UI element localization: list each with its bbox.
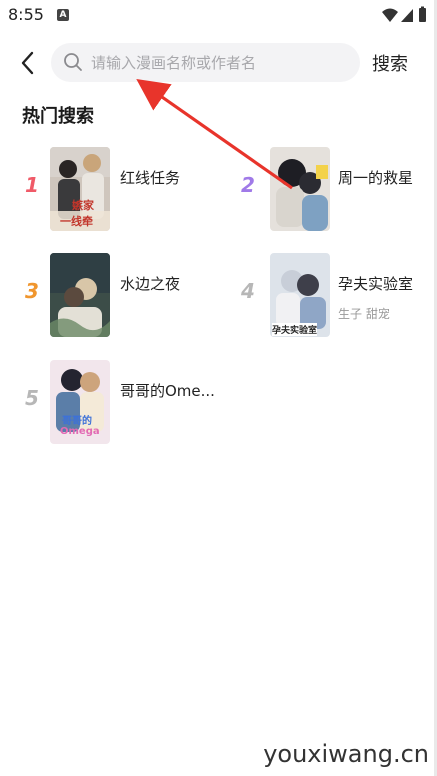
- rank-number: 5: [25, 386, 39, 410]
- search-box[interactable]: [51, 43, 360, 82]
- notification-icon: A: [57, 9, 69, 21]
- hot-item-1[interactable]: 1 嫉家 一线牵 红线任务: [22, 147, 222, 231]
- cover-text: 哥哥的: [62, 416, 92, 427]
- comic-cover[interactable]: [50, 253, 110, 337]
- back-button[interactable]: [14, 48, 42, 78]
- status-icons: [382, 6, 426, 22]
- comic-tags: 生子 甜宠: [338, 307, 390, 321]
- search-input[interactable]: [91, 43, 341, 82]
- hot-item-5[interactable]: 5 哥哥的 Omega 哥哥的Ome...: [22, 360, 222, 444]
- signal-icon: [401, 9, 413, 22]
- comic-title: 哥哥的Ome...: [120, 382, 215, 400]
- comic-cover[interactable]: 孕夫实验室: [270, 253, 330, 337]
- hot-item-4[interactable]: 4 孕夫实验室 孕夫实验室 生子 甜宠: [238, 253, 437, 337]
- wifi-icon: [382, 8, 398, 22]
- hot-item-2[interactable]: 2 周一的救星: [238, 147, 437, 231]
- cover-text: 孕夫实验室: [272, 323, 318, 336]
- comic-cover[interactable]: [270, 147, 330, 231]
- status-bar: 8:55 A: [0, 0, 437, 30]
- search-button[interactable]: 搜索: [372, 50, 408, 76]
- cover-text: Omega: [60, 426, 100, 437]
- comic-title: 孕夫实验室: [338, 275, 414, 293]
- hot-item-3[interactable]: 3 水边之夜: [22, 253, 222, 337]
- back-arrow-icon: [21, 51, 34, 75]
- comic-title: 水边之夜: [120, 275, 181, 293]
- rank-number: 1: [25, 173, 39, 197]
- section-title-hot-search: 热门搜索: [22, 106, 94, 127]
- comic-title: 周一的救星: [338, 169, 414, 187]
- cover-text: 嫉家: [72, 199, 94, 212]
- comic-title: 红线任务: [120, 169, 181, 187]
- rank-number: 3: [25, 279, 39, 303]
- cover-text: 一线牵: [60, 215, 93, 228]
- battery-icon: [419, 6, 426, 22]
- comic-cover[interactable]: 嫉家 一线牵: [50, 147, 110, 231]
- watermark: youxiwang.cn: [263, 740, 429, 768]
- status-time: 8:55: [8, 5, 44, 24]
- search-icon: [64, 53, 82, 71]
- comic-cover[interactable]: 哥哥的 Omega: [50, 360, 110, 444]
- rank-number: 4: [241, 279, 255, 303]
- rank-number: 2: [241, 173, 255, 197]
